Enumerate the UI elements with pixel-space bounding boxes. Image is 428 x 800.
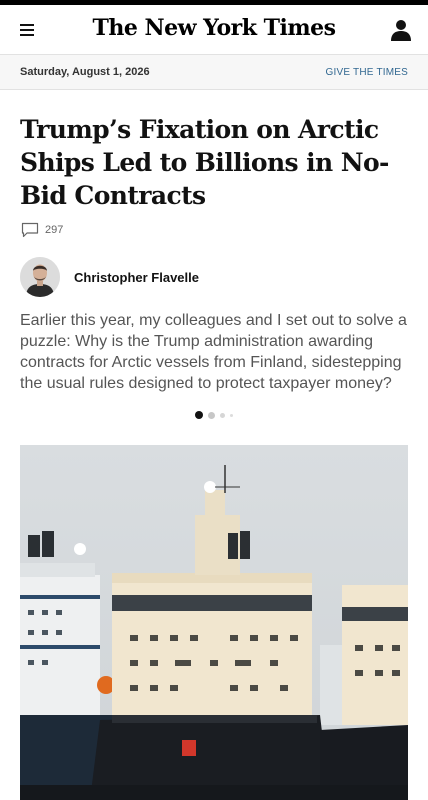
nyt-logo[interactable]: The New York Times: [0, 15, 428, 41]
article-headline: Trump’s Fixation on Arctic Ships Led to …: [20, 115, 389, 210]
comment-bubble-icon: [21, 222, 39, 238]
carousel-dot-2[interactable]: [208, 411, 215, 419]
current-date: Saturday, August 1, 2026: [20, 66, 150, 78]
account-icon[interactable]: [388, 17, 414, 43]
carousel-dot-1[interactable]: [195, 411, 203, 419]
masthead: The New York Times: [0, 5, 428, 54]
carousel-dot-4[interactable]: [230, 413, 233, 417]
dateline-bar: Saturday, August 1, 2026 GIVE THE TIMES: [0, 54, 428, 90]
carousel-dot-3[interactable]: [220, 412, 225, 418]
comment-count: 297: [45, 224, 64, 236]
give-the-times-link[interactable]: GIVE THE TIMES: [326, 67, 408, 78]
byline: Christopher Flavelle: [20, 257, 199, 297]
article-hero-image[interactable]: [20, 445, 408, 800]
author-avatar[interactable]: [20, 257, 60, 297]
author-name[interactable]: Christopher Flavelle: [74, 270, 199, 285]
comments-button[interactable]: 297: [21, 220, 63, 240]
article-summary: Earlier this year, my colleagues and I s…: [20, 312, 407, 392]
carousel-indicator: [0, 410, 428, 420]
